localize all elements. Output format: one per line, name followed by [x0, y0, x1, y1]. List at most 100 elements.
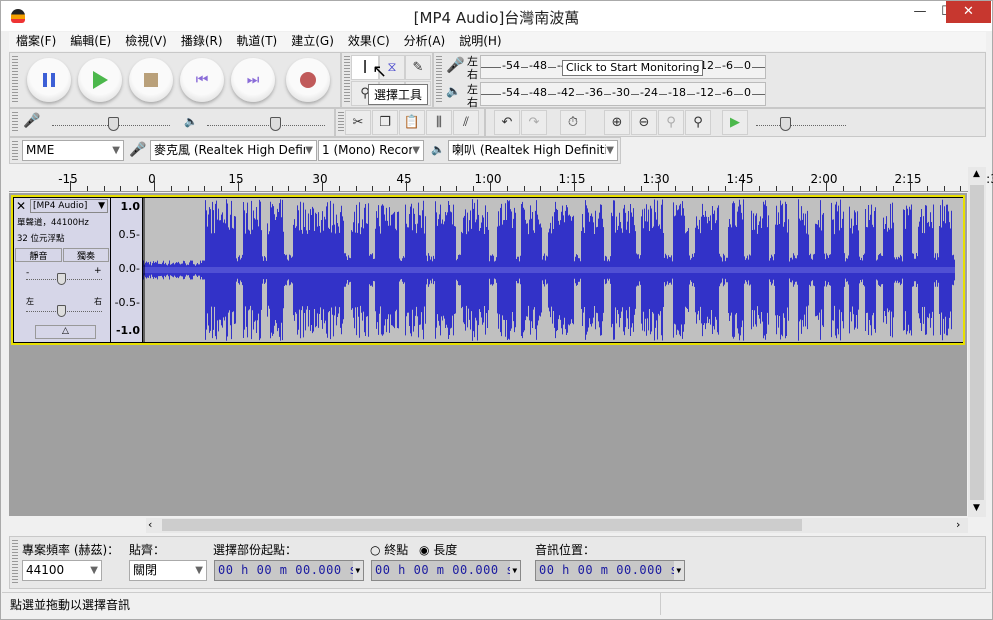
selection-toolbar: 專案頻率 (赫茲)： 44100 ▼ 貼齊： 關閉 ▼ 選擇部份起點： 00 h 0…: [9, 536, 986, 589]
menu-item[interactable]: 分析(A): [397, 32, 453, 51]
slider-thumb[interactable]: [57, 305, 66, 317]
close-button[interactable]: ✕: [946, 1, 991, 23]
scroll-thumb[interactable]: [162, 519, 802, 531]
undo-button[interactable]: ↶: [494, 110, 520, 135]
title-bar: [MP4 Audio]台灣南波萬 — ☐ ✕: [1, 1, 992, 31]
ruler-label: 45: [396, 172, 412, 186]
output-device-select[interactable]: 喇叭 (Realtek High Definiti ▼: [448, 140, 618, 161]
track-menu-button[interactable]: [MP4 Audio] ▼: [30, 199, 108, 213]
snap-label: 貼齊：: [129, 543, 166, 557]
microphone-icon: 🎤: [129, 142, 147, 158]
audio-position-field[interactable]: 00 h 00 m 00.000 s ▼: [535, 560, 685, 581]
selection-start-field[interactable]: 00 h 00 m 00.000 s ▼: [214, 560, 364, 581]
app-window: [MP4 Audio]台灣南波萬 — ☐ ✕ 檔案(F)編輯(E)檢視(V)播錄…: [0, 0, 993, 620]
silence-button[interactable]: ⫽: [453, 110, 479, 135]
mouse-cursor-icon: ↖: [372, 61, 388, 82]
track-area: ✕ [MP4 Audio] ▼ 單聲道，44100Hz 32 位元浮點 靜音 獨奏…: [9, 193, 967, 516]
slider-thumb[interactable]: [108, 117, 119, 131]
scroll-thumb[interactable]: [970, 185, 984, 500]
copy-button[interactable]: ❐: [372, 110, 398, 135]
host-select[interactable]: MME ▼: [22, 140, 124, 161]
stop-button[interactable]: [129, 58, 173, 102]
fit-selection-button[interactable]: ⚲: [658, 110, 684, 135]
trim-button[interactable]: ⫼: [426, 110, 452, 135]
zoom-fit-icon: ⚲: [693, 115, 703, 130]
scroll-down-icon[interactable]: ▼: [973, 503, 980, 513]
skip-start-icon: ⏮: [195, 72, 209, 88]
scroll-left-icon[interactable]: ‹: [148, 518, 152, 531]
timeline-ruler[interactable]: -1501530451:001:151:301:452:002:152:30: [9, 167, 993, 192]
ruler-label: 1:15: [558, 172, 586, 186]
paste-button[interactable]: 📋: [399, 110, 425, 135]
slider-thumb[interactable]: [270, 117, 281, 131]
close-track-button[interactable]: ✕: [16, 199, 26, 213]
ruler-label: 1:45: [726, 172, 754, 186]
horizontal-scrollbar[interactable]: ‹ ›: [146, 518, 968, 533]
meter-tick: -6: [721, 86, 734, 99]
play-button[interactable]: [78, 58, 122, 102]
snap-select[interactable]: 關閉 ▼: [129, 560, 207, 581]
skip-to-end-button[interactable]: ⏭: [231, 58, 275, 102]
window-title: [MP4 Audio]台灣南波萬: [413, 9, 580, 27]
menu-item[interactable]: 編輯(E): [63, 32, 118, 51]
length-radio[interactable]: ◉ 長度: [419, 541, 457, 558]
menu-item[interactable]: 軌道(T): [230, 32, 285, 51]
minimize-button[interactable]: —: [906, 1, 934, 23]
meter-tick: -30: [611, 86, 631, 99]
play-speed-slider[interactable]: [756, 125, 846, 126]
redo-button[interactable]: ↷: [521, 110, 547, 135]
mute-button[interactable]: 靜音: [15, 248, 62, 262]
fit-project-button[interactable]: ⚲: [685, 110, 711, 135]
input-device-select[interactable]: 麥克風 (Realtek High Defin ▼: [150, 140, 317, 161]
meter-tick: -42: [556, 86, 576, 99]
menu-item[interactable]: 播錄(R): [174, 32, 230, 51]
slider-thumb[interactable]: [57, 273, 66, 285]
stopwatch-icon: ⏱: [567, 115, 579, 130]
playback-meter[interactable]: -54 -48 -42 -36 -30 -24 -18 -12 -6 0: [480, 82, 766, 106]
cut-button[interactable]: ✂: [345, 110, 371, 135]
solo-button[interactable]: 獨奏: [63, 248, 109, 262]
scroll-up-icon[interactable]: ▲: [973, 169, 980, 179]
menu-item[interactable]: 效果(C): [341, 32, 397, 51]
play-at-speed-button[interactable]: ▶: [722, 110, 748, 135]
menu-bar: 檔案(F) 編輯(E) 檢視(V) 播錄(R) 軌道(T) 建立(G) 效果(C) 分析(A)…: [9, 32, 986, 51]
channels-select[interactable]: 1 (Mono) Recor ▼: [318, 140, 424, 161]
trim-icon: ⫼: [436, 115, 442, 130]
meter-tick: -48: [528, 59, 548, 72]
ruler-label: -15: [58, 172, 78, 186]
meter-toolbar: 🎤 左 右 🔈 左 右 -54-48-42-36-30-24-18-12-60 …: [433, 52, 986, 109]
waveform[interactable]: [143, 198, 963, 342]
selection-length-field[interactable]: 00 h 00 m 00.000 s ▼: [371, 560, 521, 581]
skip-to-start-button[interactable]: ⏮: [180, 58, 224, 102]
project-rate-select[interactable]: 44100 ▼: [22, 560, 102, 581]
envelope-icon: ⧖: [387, 60, 397, 75]
collapse-track-button[interactable]: △: [35, 325, 96, 339]
zoom-out-button[interactable]: ⊖: [631, 110, 657, 135]
vertical-scrollbar[interactable]: ▲ ▼: [968, 167, 986, 517]
sync-lock-button[interactable]: ⏱: [560, 110, 586, 135]
ruler-label: 0: [148, 172, 156, 186]
playback-volume-slider[interactable]: [207, 125, 325, 126]
pause-button[interactable]: [27, 58, 71, 102]
menu-item[interactable]: 建立(G): [284, 32, 341, 51]
meter-tick: -6: [721, 59, 734, 72]
menu-item[interactable]: 檢視(V): [118, 32, 174, 51]
draw-tool-button[interactable]: ✎: [405, 55, 431, 80]
menu-item[interactable]: 說明(H): [452, 32, 508, 51]
record-button[interactable]: [286, 58, 330, 102]
slider-thumb[interactable]: [780, 117, 791, 131]
scroll-right-icon[interactable]: ›: [956, 518, 960, 531]
zoom-in-button[interactable]: ⊕: [604, 110, 630, 135]
microphone-icon: 🎤: [446, 56, 465, 74]
toolbar-grip[interactable]: [12, 56, 18, 104]
stop-icon: [144, 73, 158, 87]
track-control-panel: ✕ [MP4 Audio] ▼ 單聲道，44100Hz 32 位元浮點 靜音 獨奏…: [14, 198, 110, 342]
pause-icon: [43, 73, 55, 87]
track-format-info: 單聲道，44100Hz: [17, 218, 89, 228]
meter-tick: -24: [639, 86, 659, 99]
end-radio[interactable]: ○ 終點: [370, 541, 408, 558]
audio-track: ✕ [MP4 Audio] ▼ 單聲道，44100Hz 32 位元浮點 靜音 獨奏…: [11, 195, 965, 345]
menu-item[interactable]: 檔案(F): [9, 32, 63, 51]
play-icon: [92, 71, 108, 89]
scale-label: 0.0-: [118, 262, 140, 275]
